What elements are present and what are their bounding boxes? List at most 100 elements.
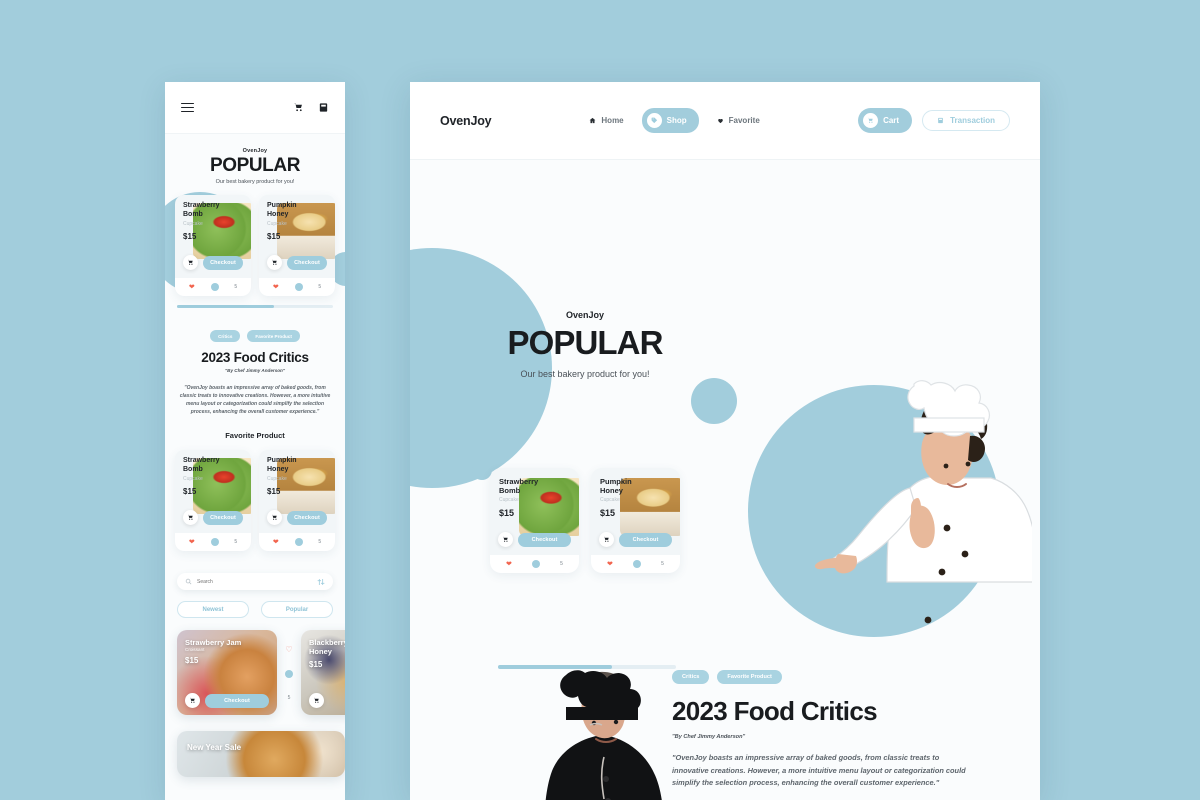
- rating-dot-icon[interactable]: [210, 538, 219, 547]
- product-card[interactable]: Pumpkin Honey Cupcake $15 Checkout ❤ 5: [259, 450, 335, 552]
- wide-product-card[interactable]: Strawberry Jam Croissant $15 Checkout: [177, 630, 277, 716]
- mobile-wide-product-list: Strawberry Jam Croissant $15 Checkout ♡ …: [165, 618, 345, 716]
- wide-product-card[interactable]: Blackberry Honey $15: [301, 630, 345, 716]
- product-count: 5: [318, 284, 322, 290]
- product-actions: Checkout: [175, 255, 251, 278]
- checkout-button[interactable]: Checkout: [287, 510, 327, 525]
- promo-banner-title: New Year Sale: [187, 743, 242, 753]
- rating-dot-icon[interactable]: [294, 538, 303, 547]
- carousel-scrollbar-thumb[interactable]: [498, 665, 612, 669]
- chip-critics[interactable]: Critics: [672, 670, 710, 684]
- nav-item-home[interactable]: Home: [583, 112, 629, 129]
- rating-dot-icon[interactable]: [210, 283, 219, 291]
- add-to-cart-icon[interactable]: [183, 510, 198, 526]
- carousel-scrollbar[interactable]: [498, 665, 676, 669]
- checkout-button[interactable]: Checkout: [203, 255, 243, 270]
- checkout-button[interactable]: Checkout: [287, 255, 327, 270]
- product-card[interactable]: Strawberry Bomb Cupcake $15 Checkout ❤ 5: [490, 468, 579, 573]
- critics-title: 2023 Food Critics: [201, 350, 309, 365]
- product-card-footer: ❤ 5: [175, 278, 251, 296]
- product-price: $15: [600, 508, 616, 519]
- product-category: Cupcake: [267, 476, 287, 483]
- nav-item-label: Home: [601, 116, 624, 125]
- product-count: 5: [287, 695, 291, 702]
- heart-icon[interactable]: ❤: [273, 284, 279, 291]
- product-category: Cupcake: [600, 497, 620, 504]
- brand-name: OvenJoy: [565, 310, 605, 320]
- chef-male-photo: [545, 670, 662, 800]
- product-actions: Checkout: [259, 510, 335, 533]
- product-card-footer: ❤ 5: [259, 533, 335, 552]
- heart-icon[interactable]: ❤: [189, 284, 195, 291]
- add-to-cart-icon[interactable]: [185, 693, 200, 709]
- checkout-button[interactable]: Checkout: [205, 693, 269, 708]
- heart-icon[interactable]: ❤: [189, 539, 195, 546]
- nav-item-favorite[interactable]: Favorite: [711, 112, 766, 129]
- heart-outline-icon[interactable]: ♡: [285, 645, 292, 654]
- page-subtitle: Our best bakery product for you!: [520, 369, 650, 379]
- logo[interactable]: OvenJoy: [440, 114, 492, 128]
- mobile-filter-buttons: Newest Popular: [177, 601, 333, 619]
- heart-icon[interactable]: ❤: [273, 539, 279, 546]
- add-to-cart-icon[interactable]: [309, 693, 324, 709]
- checkout-button[interactable]: Checkout: [619, 532, 672, 547]
- add-to-cart-icon[interactable]: [183, 255, 198, 270]
- chip-critics[interactable]: Critics: [210, 330, 241, 342]
- rating-dot-icon[interactable]: [294, 283, 303, 291]
- product-name: Strawberry Bomb: [183, 202, 220, 218]
- add-to-cart-icon[interactable]: [599, 532, 614, 547]
- product-card-footer: ❤ 5: [175, 533, 251, 552]
- add-to-cart-icon[interactable]: [267, 510, 282, 526]
- chip-favorite-product[interactable]: Favorite Product: [717, 670, 782, 684]
- page-title: POPULAR: [209, 155, 301, 176]
- filter-sliders-icon[interactable]: [317, 578, 325, 586]
- mobile-hero: OvenJoy POPULAR Our best bakery product …: [165, 134, 345, 185]
- add-to-cart-icon[interactable]: [498, 532, 513, 547]
- product-card[interactable]: Strawberry Bomb Cupcake $15 Checkout ❤ 5: [175, 195, 251, 296]
- mobile-critics-chips: Critics Favorite Product: [165, 330, 345, 342]
- product-count: 5: [234, 539, 238, 546]
- checkout-button[interactable]: Checkout: [203, 510, 243, 525]
- product-actions: Checkout: [259, 255, 335, 278]
- product-card[interactable]: Pumpkin Honey Cupcake $15 Checkout ❤ 5: [259, 195, 335, 296]
- product-price: $15: [267, 487, 281, 497]
- product-card-footer: ❤ 5: [591, 555, 680, 573]
- product-card-top: Strawberry Bomb Cupcake $15: [175, 195, 251, 259]
- checkout-button[interactable]: Checkout: [518, 532, 571, 547]
- product-card[interactable]: Pumpkin Honey Cupcake $15 Checkout ❤ 5: [591, 468, 680, 573]
- promo-banner[interactable]: New Year Sale: [177, 731, 345, 778]
- product-category: Cupcake: [267, 221, 287, 228]
- rating-dot-icon[interactable]: [532, 560, 541, 568]
- critics-chips: Critics Favorite Product: [672, 670, 1022, 684]
- product-count: 5: [661, 561, 664, 567]
- heart-icon[interactable]: ❤: [506, 561, 512, 568]
- product-card[interactable]: Strawberry Bomb Cupcake $15 Checkout ❤ 5: [175, 450, 251, 552]
- mobile-body: OvenJoy POPULAR Our best bakery product …: [165, 134, 345, 800]
- product-card-footer: ❤ 5: [490, 555, 579, 573]
- filter-popular-button[interactable]: Popular: [261, 601, 333, 619]
- transaction-button[interactable]: Transaction: [922, 110, 1010, 131]
- carousel-scrollbar-thumb[interactable]: [177, 305, 274, 308]
- product-category: Cupcake: [183, 221, 203, 228]
- product-count: 5: [560, 561, 563, 567]
- shopping-cart-icon: [863, 113, 879, 128]
- product-price: $15: [267, 232, 281, 242]
- rating-dot-icon[interactable]: [285, 670, 293, 679]
- search-bar[interactable]: [177, 573, 333, 591]
- search-input[interactable]: [197, 578, 312, 585]
- rating-dot-icon[interactable]: [633, 560, 642, 568]
- nav-item-shop[interactable]: Shop: [641, 108, 699, 133]
- product-price: $15: [309, 660, 323, 670]
- shopping-cart-icon[interactable]: [293, 102, 304, 113]
- transaction-icon[interactable]: [318, 102, 329, 113]
- desktop-body: OvenJoy POPULAR Our best bakery product …: [410, 160, 1040, 800]
- filter-newest-button[interactable]: Newest: [177, 601, 249, 619]
- hamburger-icon[interactable]: [181, 102, 194, 113]
- cart-button[interactable]: Cart: [858, 108, 913, 133]
- product-price: $15: [183, 487, 197, 497]
- chip-favorite-product[interactable]: Favorite Product: [247, 330, 300, 342]
- add-to-cart-icon[interactable]: [267, 255, 282, 270]
- chef-female-photo: [814, 380, 1032, 624]
- heart-icon[interactable]: ❤: [607, 561, 613, 568]
- carousel-scrollbar[interactable]: [177, 305, 333, 308]
